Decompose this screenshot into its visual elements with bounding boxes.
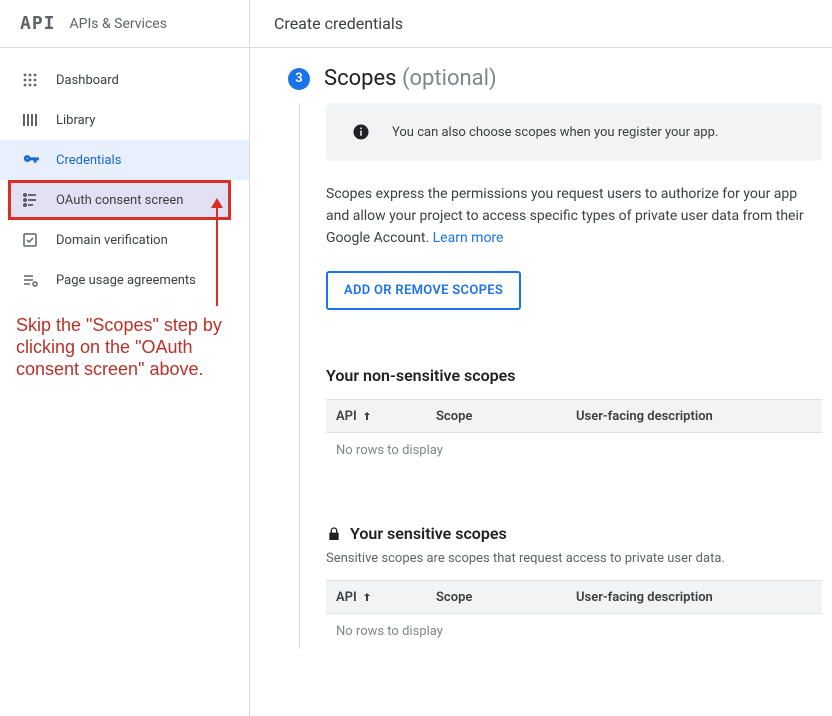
info-banner: You can also choose scopes when you regi… xyxy=(326,103,822,161)
main-panel: Create credentials 3 Scopes (optional) Y… xyxy=(250,0,832,716)
usage-icon xyxy=(22,272,56,288)
col-api[interactable]: API xyxy=(326,409,436,424)
annotation-arrow xyxy=(216,206,218,306)
key-icon xyxy=(22,151,56,169)
sort-arrow-icon xyxy=(361,410,373,422)
empty-row: No rows to display xyxy=(326,614,822,649)
consent-icon xyxy=(22,192,56,208)
sidebar-item-dashboard[interactable]: Dashboard xyxy=(0,60,249,100)
col-desc[interactable]: User-facing description xyxy=(576,590,822,605)
non-sensitive-title: Your non-sensitive scopes xyxy=(326,366,822,385)
add-remove-scopes-button[interactable]: ADD OR REMOVE SCOPES xyxy=(326,271,521,310)
annotation-text: Skip the "Scopes" step by clicking on th… xyxy=(16,314,226,380)
sensitive-title: Your sensitive scopes xyxy=(326,524,822,543)
col-api[interactable]: API xyxy=(326,590,436,605)
info-banner-text: You can also choose scopes when you regi… xyxy=(392,125,718,140)
step-title: Scopes (optional) xyxy=(324,66,497,91)
col-desc[interactable]: User-facing description xyxy=(576,409,822,424)
sidebar-item-credentials[interactable]: Credentials xyxy=(0,140,249,180)
sidebar-item-library[interactable]: Library xyxy=(0,100,249,140)
info-icon xyxy=(352,123,370,141)
nav-label: Dashboard xyxy=(56,73,119,88)
nav-label: Library xyxy=(56,113,95,128)
step-number-badge: 3 xyxy=(288,68,310,90)
dashboard-icon xyxy=(22,72,56,88)
table-header: API Scope User-facing description xyxy=(326,580,822,614)
col-scope[interactable]: Scope xyxy=(436,409,576,424)
sensitive-table: API Scope User-facing description No row… xyxy=(326,580,822,649)
sidebar: API APIs & Services Dashboard Library xyxy=(0,0,250,716)
sidebar-item-domain-verification[interactable]: Domain verification xyxy=(0,220,249,260)
col-scope[interactable]: Scope xyxy=(436,590,576,605)
sidebar-item-page-usage[interactable]: Page usage agreements xyxy=(0,260,249,300)
lock-icon xyxy=(326,526,342,542)
verify-icon xyxy=(22,232,56,248)
sidebar-nav: Dashboard Library Credentials OAuth cons… xyxy=(0,48,249,300)
scopes-description: Scopes express the permissions you reque… xyxy=(326,183,822,249)
nav-label: Domain verification xyxy=(56,233,168,248)
nav-label: OAuth consent screen xyxy=(56,193,183,208)
learn-more-link[interactable]: Learn more xyxy=(433,230,504,246)
non-sensitive-table: API Scope User-facing description No row… xyxy=(326,399,822,468)
sensitive-desc: Sensitive scopes are scopes that request… xyxy=(326,551,822,566)
table-header: API Scope User-facing description xyxy=(326,399,822,433)
empty-row: No rows to display xyxy=(326,433,822,468)
api-logo: API xyxy=(20,13,56,34)
sidebar-header: API APIs & Services xyxy=(0,0,249,48)
sidebar-item-oauth-consent[interactable]: OAuth consent screen xyxy=(8,180,231,220)
nav-label: Credentials xyxy=(56,153,121,168)
step-header: 3 Scopes (optional) xyxy=(288,66,822,91)
page-title: Create credentials xyxy=(250,0,832,48)
non-sensitive-section: Your non-sensitive scopes API Scope User… xyxy=(326,366,822,468)
annotation-arrow-head xyxy=(211,198,223,208)
sensitive-section: Your sensitive scopes Sensitive scopes a… xyxy=(326,524,822,649)
step-subtitle: (optional) xyxy=(402,66,497,91)
nav-label: Page usage agreements xyxy=(56,273,196,288)
sort-arrow-icon xyxy=(361,591,373,603)
library-icon xyxy=(22,112,56,128)
sidebar-title: APIs & Services xyxy=(70,16,167,32)
